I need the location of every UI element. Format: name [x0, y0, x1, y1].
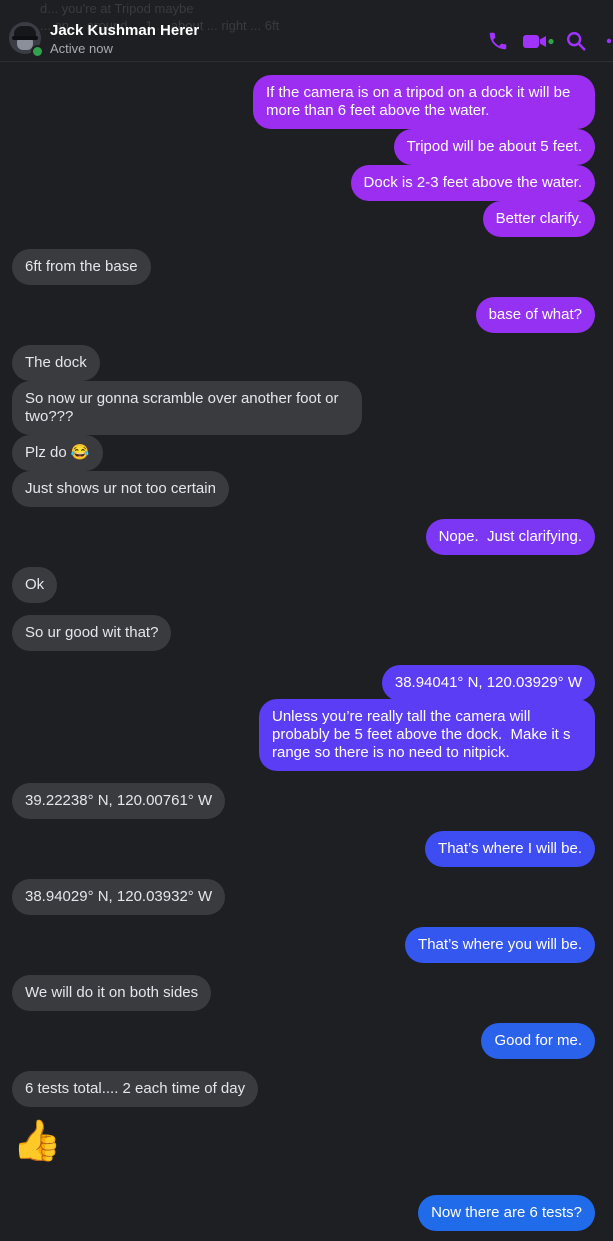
message-incoming[interactable]: 6ft from the base [12, 249, 151, 285]
message-incoming[interactable]: 39.22238° N, 120.00761° W [12, 783, 226, 819]
phone-icon[interactable] [487, 30, 509, 52]
message-outgoing[interactable]: Dock is 2-3 feet above the water. [350, 165, 595, 201]
message-outgoing[interactable]: That’s where you will be. [405, 927, 595, 963]
message-outgoing[interactable]: Tripod will be about 5 feet. [393, 129, 595, 165]
message-incoming[interactable]: So ur good wit that? [12, 615, 172, 651]
message-outgoing[interactable]: 38.94041° N, 120.03929° W [381, 665, 595, 701]
message-incoming[interactable]: So now ur gonna scramble over another fo… [12, 381, 362, 435]
message-outgoing[interactable]: Now there are 6 tests? [418, 1195, 595, 1231]
message-incoming[interactable]: 6 tests total.... 2 each time of day [12, 1071, 259, 1107]
message-incoming[interactable]: Just shows ur not too certain [12, 471, 229, 507]
thumbs-up-emoji[interactable]: 👍 [12, 1118, 62, 1164]
message-outgoing[interactable]: Good for me. [481, 1023, 595, 1059]
chat-header: d... you're at Tripod maybe ... on ... a… [0, 0, 613, 62]
message-incoming[interactable]: Ok [12, 567, 58, 603]
active-status: Active now [50, 41, 113, 56]
active-status-dot [31, 45, 44, 58]
contact-name[interactable]: Jack Kushman Herer [50, 22, 199, 39]
message-incoming[interactable]: Plz do 😂 [12, 435, 103, 471]
message-incoming[interactable]: 38.94029° N, 120.03932° W [12, 879, 226, 915]
message-incoming[interactable]: We will do it on both sides [12, 975, 212, 1011]
message-incoming[interactable]: The dock [12, 345, 100, 381]
message-outgoing[interactable]: Unless you’re really tall the camera wil… [259, 699, 595, 771]
message-outgoing[interactable]: base of what? [475, 297, 595, 333]
message-outgoing[interactable]: Nope. Just clarifying. [425, 519, 595, 555]
message-outgoing[interactable]: Better clarify. [482, 201, 595, 237]
search-icon[interactable] [565, 30, 587, 52]
message-outgoing[interactable]: That’s where I will be. [425, 831, 595, 867]
message-outgoing[interactable]: If the camera is on a tripod on a dock i… [253, 75, 595, 129]
video-camera-icon[interactable] [522, 30, 556, 52]
more-icon[interactable] [603, 30, 613, 52]
